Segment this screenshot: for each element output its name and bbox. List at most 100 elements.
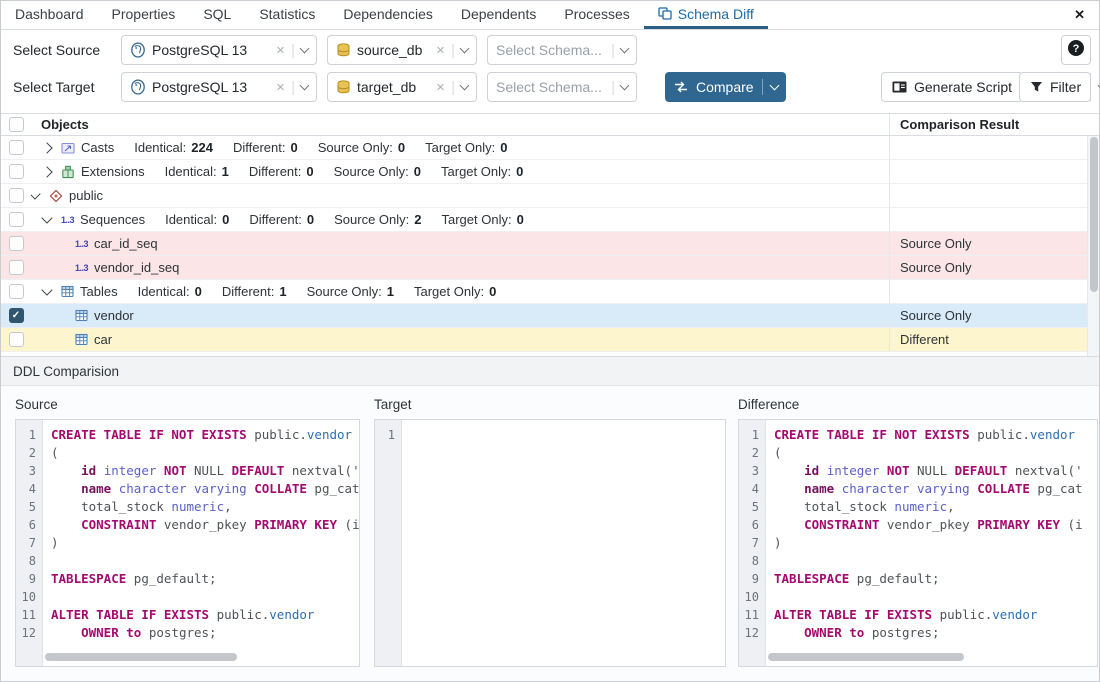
tab-dependents[interactable]: Dependents xyxy=(447,1,551,29)
count-label: Different: xyxy=(249,164,302,179)
horizontal-scrollbar[interactable] xyxy=(45,653,237,661)
count-label: Identical: xyxy=(138,284,190,299)
code-line: ( xyxy=(51,444,359,462)
separator: | xyxy=(291,42,295,59)
object-label: Sequences xyxy=(80,212,145,227)
row-checkbox[interactable]: ✓ xyxy=(9,308,24,323)
chevron-down-icon[interactable] xyxy=(300,44,310,54)
line-number: 3 xyxy=(16,462,42,480)
chevron-down-icon[interactable] xyxy=(300,81,310,91)
grid-vertical-scrollbar[interactable] xyxy=(1087,136,1099,356)
source-server-select[interactable]: PostgreSQL 13 ✕ | xyxy=(121,35,317,65)
object-row-Casts[interactable]: CastsIdentical:224Different:0Source Only… xyxy=(1,136,1099,160)
target-schema-select[interactable]: Select Schema... | xyxy=(487,72,637,102)
object-row-car[interactable]: carDifferent xyxy=(1,328,1099,352)
comparison-result xyxy=(889,136,1087,159)
filter-button[interactable]: Filter xyxy=(1019,72,1091,102)
target-database-value: target_db xyxy=(357,79,432,95)
clear-icon[interactable]: ✕ xyxy=(436,44,445,57)
count-value: 1 xyxy=(279,284,286,299)
row-checkbox[interactable] xyxy=(9,140,24,155)
count-label: Different: xyxy=(249,212,302,227)
object-row-vendor_id_seq[interactable]: 1..3vendor_id_seqSource Only xyxy=(1,256,1099,280)
target-database-select[interactable]: target_db ✕ | xyxy=(327,72,477,102)
filter-dropdown-toggle[interactable] xyxy=(1090,73,1100,101)
code-line xyxy=(51,552,359,570)
select-source-label: Select Source xyxy=(13,42,100,58)
line-number: 7 xyxy=(739,534,765,552)
help-button[interactable]: ? xyxy=(1061,35,1091,65)
line-number: 10 xyxy=(739,588,765,606)
tables-icon xyxy=(61,285,74,298)
row-checkbox[interactable] xyxy=(9,164,24,179)
row-checkbox[interactable] xyxy=(9,332,24,347)
casts-icon xyxy=(61,141,75,155)
target-code-editor[interactable]: 1 xyxy=(374,419,726,667)
code-line: id integer NOT NULL DEFAULT nextval(' xyxy=(51,462,359,480)
horizontal-scrollbar[interactable] xyxy=(768,653,964,661)
line-number: 3 xyxy=(739,462,765,480)
source-row: Select Source PostgreSQL 13 ✕ | source_d… xyxy=(1,34,1099,66)
clear-icon[interactable]: ✕ xyxy=(436,81,445,94)
object-row-public[interactable]: public xyxy=(1,184,1099,208)
code-line: name character varying COLLATE pg_cat xyxy=(51,480,359,498)
clear-icon[interactable]: ✕ xyxy=(276,81,285,94)
source-schema-select[interactable]: Select Schema... | xyxy=(487,35,637,65)
filter-label: Filter xyxy=(1050,79,1081,95)
scrollbar-thumb[interactable] xyxy=(1090,137,1098,292)
object-row-car_id_seq[interactable]: 1..3car_id_seqSource Only xyxy=(1,232,1099,256)
code-line xyxy=(774,552,1097,570)
database-icon xyxy=(336,80,351,94)
source-database-select[interactable]: source_db ✕ | xyxy=(327,35,477,65)
line-number: 7 xyxy=(16,534,42,552)
count-value: 224 xyxy=(191,140,213,155)
chevron-down-icon[interactable] xyxy=(31,188,41,199)
chevron-down-icon[interactable] xyxy=(41,212,52,223)
comparison-result xyxy=(889,208,1087,231)
compare-button[interactable]: Compare xyxy=(665,72,786,102)
count-value: 2 xyxy=(414,212,421,227)
line-number: 4 xyxy=(739,480,765,498)
tab-sql[interactable]: SQL xyxy=(189,1,245,29)
chevron-down-icon[interactable] xyxy=(769,81,779,91)
line-number: 9 xyxy=(16,570,42,588)
tab-label: Statistics xyxy=(259,6,315,22)
chevron-down-icon[interactable] xyxy=(620,81,630,91)
chevron-right-icon[interactable] xyxy=(41,166,52,177)
count-label: Target Only: xyxy=(441,164,511,179)
help-icon: ? xyxy=(1067,39,1085,62)
tab-dashboard[interactable]: Dashboard xyxy=(1,1,98,29)
chevron-down-icon[interactable] xyxy=(460,81,470,91)
object-row-Extensions[interactable]: ExtensionsIdentical:1Different:0Source O… xyxy=(1,160,1099,184)
object-row-vendor[interactable]: ✓vendorSource Only xyxy=(1,304,1099,328)
chevron-down-icon[interactable] xyxy=(620,44,630,54)
target-server-select[interactable]: PostgreSQL 13 ✕ | xyxy=(121,72,317,102)
object-row-Sequences[interactable]: 1..3SequencesIdentical:0Different:0Sourc… xyxy=(1,208,1099,232)
chevron-down-icon[interactable] xyxy=(460,44,470,54)
ddl-comparison-area: Source Target Difference 123456789101112… xyxy=(1,386,1099,681)
tab-processes[interactable]: Processes xyxy=(550,1,643,29)
line-number: 1 xyxy=(16,426,42,444)
row-checkbox[interactable] xyxy=(9,236,24,251)
tab-properties[interactable]: Properties xyxy=(98,1,190,29)
tab-label: Processes xyxy=(564,6,629,22)
sequences-icon: 1..3 xyxy=(75,263,88,273)
clear-icon[interactable]: ✕ xyxy=(276,44,285,57)
tab-schema-diff[interactable]: Schema Diff xyxy=(644,1,768,29)
close-icon[interactable]: ✕ xyxy=(1074,7,1085,23)
tab-statistics[interactable]: Statistics xyxy=(245,1,329,29)
row-checkbox[interactable] xyxy=(9,260,24,275)
select-all-checkbox[interactable] xyxy=(9,117,24,132)
source-code-editor[interactable]: 123456789101112 CREATE TABLE IF NOT EXIS… xyxy=(15,419,360,667)
difference-code-editor[interactable]: 123456789101112 CREATE TABLE IF NOT EXIS… xyxy=(738,419,1098,667)
chevron-down-icon[interactable] xyxy=(41,284,52,295)
row-checkbox[interactable] xyxy=(9,212,24,227)
object-row-Tables[interactable]: TablesIdentical:0Different:1Source Only:… xyxy=(1,280,1099,304)
tab-dependencies[interactable]: Dependencies xyxy=(329,1,447,29)
row-checkbox[interactable] xyxy=(9,284,24,299)
row-checkbox[interactable] xyxy=(9,188,24,203)
chevron-right-icon[interactable] xyxy=(41,142,52,153)
object-label: Extensions xyxy=(81,164,145,179)
object-label: Tables xyxy=(80,284,118,299)
generate-script-button[interactable]: Generate Script xyxy=(881,72,1023,102)
